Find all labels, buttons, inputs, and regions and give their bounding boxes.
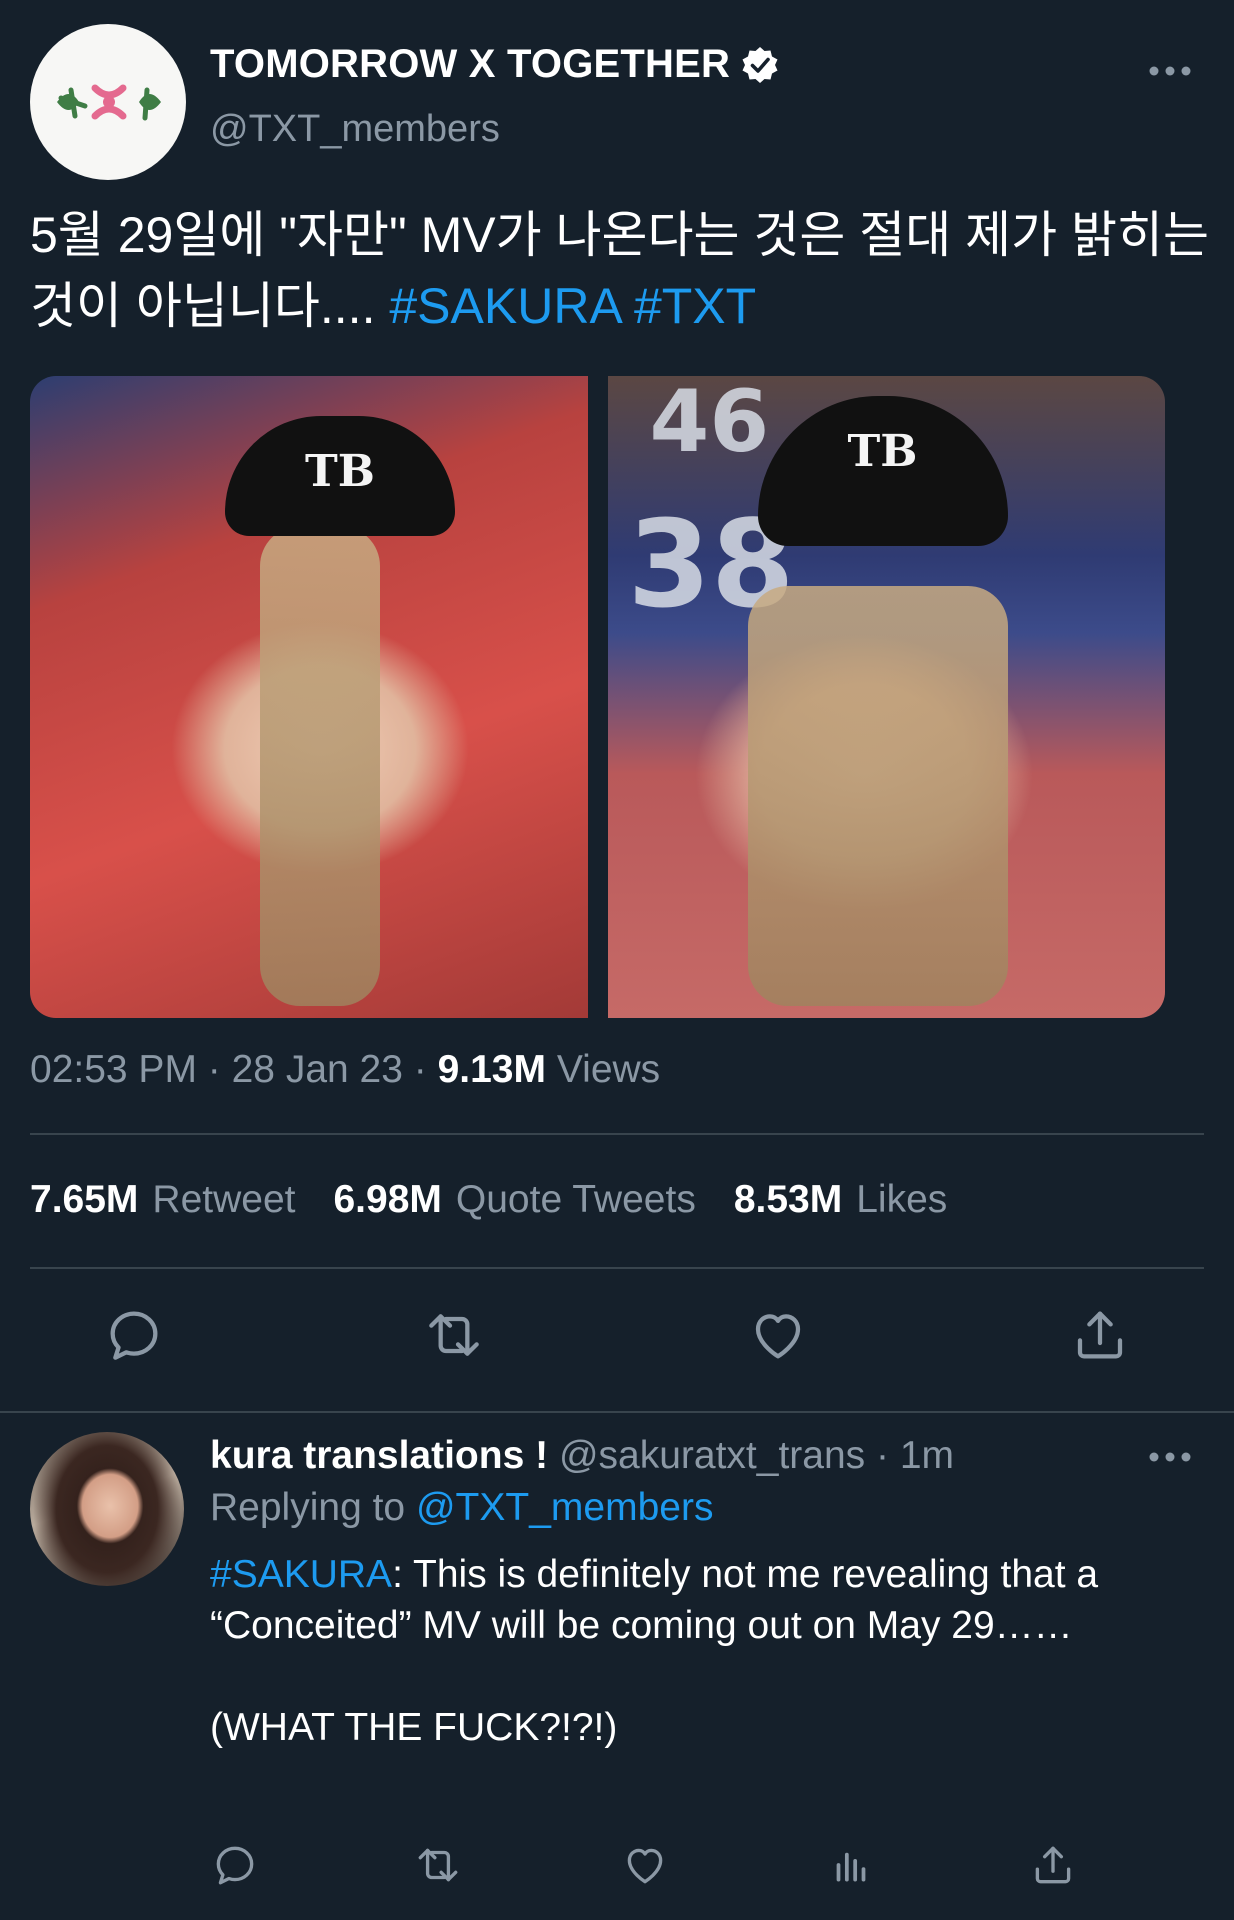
retweet-icon — [429, 1314, 479, 1356]
author-handle[interactable]: @TXT_members — [210, 108, 500, 151]
verified-badge-icon — [742, 46, 778, 83]
likes-stat[interactable]: 8.53M Likes — [734, 1178, 947, 1222]
like-button[interactable] — [746, 1303, 810, 1367]
hashtag-link[interactable]: #SAKURA — [389, 278, 620, 334]
retweet-count: 7.65M — [30, 1178, 139, 1221]
tweet-photo[interactable]: 46 38 — [607, 376, 1165, 1018]
divider — [0, 1411, 1234, 1413]
replying-to-mention[interactable]: @TXT_members — [416, 1486, 713, 1529]
share-icon — [1035, 1846, 1071, 1884]
tweet-actions — [0, 1303, 1234, 1375]
reply-age[interactable]: 1m — [900, 1434, 954, 1477]
tweet-photo[interactable] — [30, 376, 588, 1018]
author-name-text: TOMORROW X TOGETHER — [210, 42, 731, 86]
tweet-time[interactable]: 02:53 PM — [30, 1048, 197, 1091]
share-button[interactable] — [1028, 1840, 1078, 1890]
reply-author-handle[interactable]: @sakuratxt_trans — [559, 1434, 865, 1477]
reply-header: kura translations ! @sakuratxt_trans · 1… — [210, 1434, 954, 1478]
quote-tweets-label: Quote Tweets — [455, 1178, 696, 1221]
reply-button[interactable] — [210, 1840, 260, 1890]
separator-dot: · — [207, 1048, 232, 1091]
separator-dot: · — [413, 1048, 438, 1091]
retweet-button[interactable] — [422, 1303, 486, 1367]
reply-paragraph: #SAKURA: This is definitely not me revea… — [210, 1549, 1210, 1651]
hashtag-link[interactable]: #TXT — [634, 278, 756, 334]
retweet-icon — [418, 1848, 458, 1882]
reply-author-avatar[interactable] — [30, 1432, 184, 1586]
analytics-icon — [836, 1852, 866, 1882]
tweet-date[interactable]: 28 Jan 23 — [232, 1048, 403, 1091]
photo-detail — [260, 526, 380, 1006]
reply-button[interactable] — [102, 1303, 166, 1367]
divider — [30, 1133, 1204, 1135]
tweet-stats: 7.65M Retweet 6.98M Quote Tweets 8.53M Like… — [30, 1178, 947, 1222]
author-name[interactable]: TOMORROW X TOGETHER — [210, 42, 780, 87]
txt-flower-logo — [57, 84, 161, 121]
tweet-body: 5월 29일에 "자만" MV가 나온다는 것은 절대 제가 밝히는 것이 아닙… — [30, 207, 1210, 334]
reply-icon — [110, 1311, 158, 1360]
likes-label: Likes — [856, 1178, 948, 1221]
retweet-stat[interactable]: 7.65M Retweet — [30, 1178, 295, 1222]
reply-icon — [216, 1846, 254, 1885]
photo-background-number: 46 — [649, 376, 770, 472]
quote-tweets-stat[interactable]: 6.98M Quote Tweets — [333, 1178, 695, 1222]
reply-author-name[interactable]: kura translations ! — [210, 1434, 548, 1477]
retweet-button[interactable] — [413, 1840, 463, 1890]
separator-dot: · — [876, 1434, 900, 1477]
replying-to-label: Replying to — [210, 1486, 406, 1529]
divider — [30, 1267, 1204, 1269]
reply-text: #SAKURA: This is definitely not me revea… — [210, 1549, 1210, 1753]
photo-detail — [747, 586, 1008, 1006]
likes-count: 8.53M — [733, 1178, 843, 1221]
views-label: Views — [556, 1048, 661, 1091]
photo-cap-logo — [225, 416, 455, 536]
like-icon — [627, 1848, 663, 1884]
like-icon — [755, 1314, 801, 1359]
replying-to-line: Replying to @TXT_members — [210, 1486, 713, 1530]
tweet-timestamp: 02:53 PM · 28 Jan 23 · 9.13M Views — [30, 1048, 660, 1092]
tweet-text: 5월 29일에 "자만" MV가 나온다는 것은 절대 제가 밝히는 것이 아닙… — [30, 200, 1220, 342]
hashtag-link[interactable]: #SAKURA — [210, 1553, 392, 1596]
author-avatar[interactable] — [30, 24, 186, 180]
share-button[interactable] — [1068, 1303, 1132, 1367]
like-button[interactable] — [620, 1840, 670, 1890]
photo-cap-logo — [757, 396, 1008, 546]
reply-actions — [0, 1840, 1234, 1896]
media-gallery: 46 38 — [30, 376, 1165, 1018]
quote-tweets-count: 6.98M — [333, 1178, 442, 1221]
more-options-icon[interactable] — [1148, 1450, 1192, 1464]
analytics-button[interactable] — [826, 1840, 876, 1890]
share-icon — [1077, 1311, 1123, 1359]
views-count: 9.13M — [437, 1048, 546, 1091]
more-options-icon[interactable] — [1148, 64, 1192, 78]
reply-paragraph: (WHAT THE FUCK?!?!) — [210, 1706, 618, 1749]
retweet-label: Retweet — [152, 1178, 296, 1221]
